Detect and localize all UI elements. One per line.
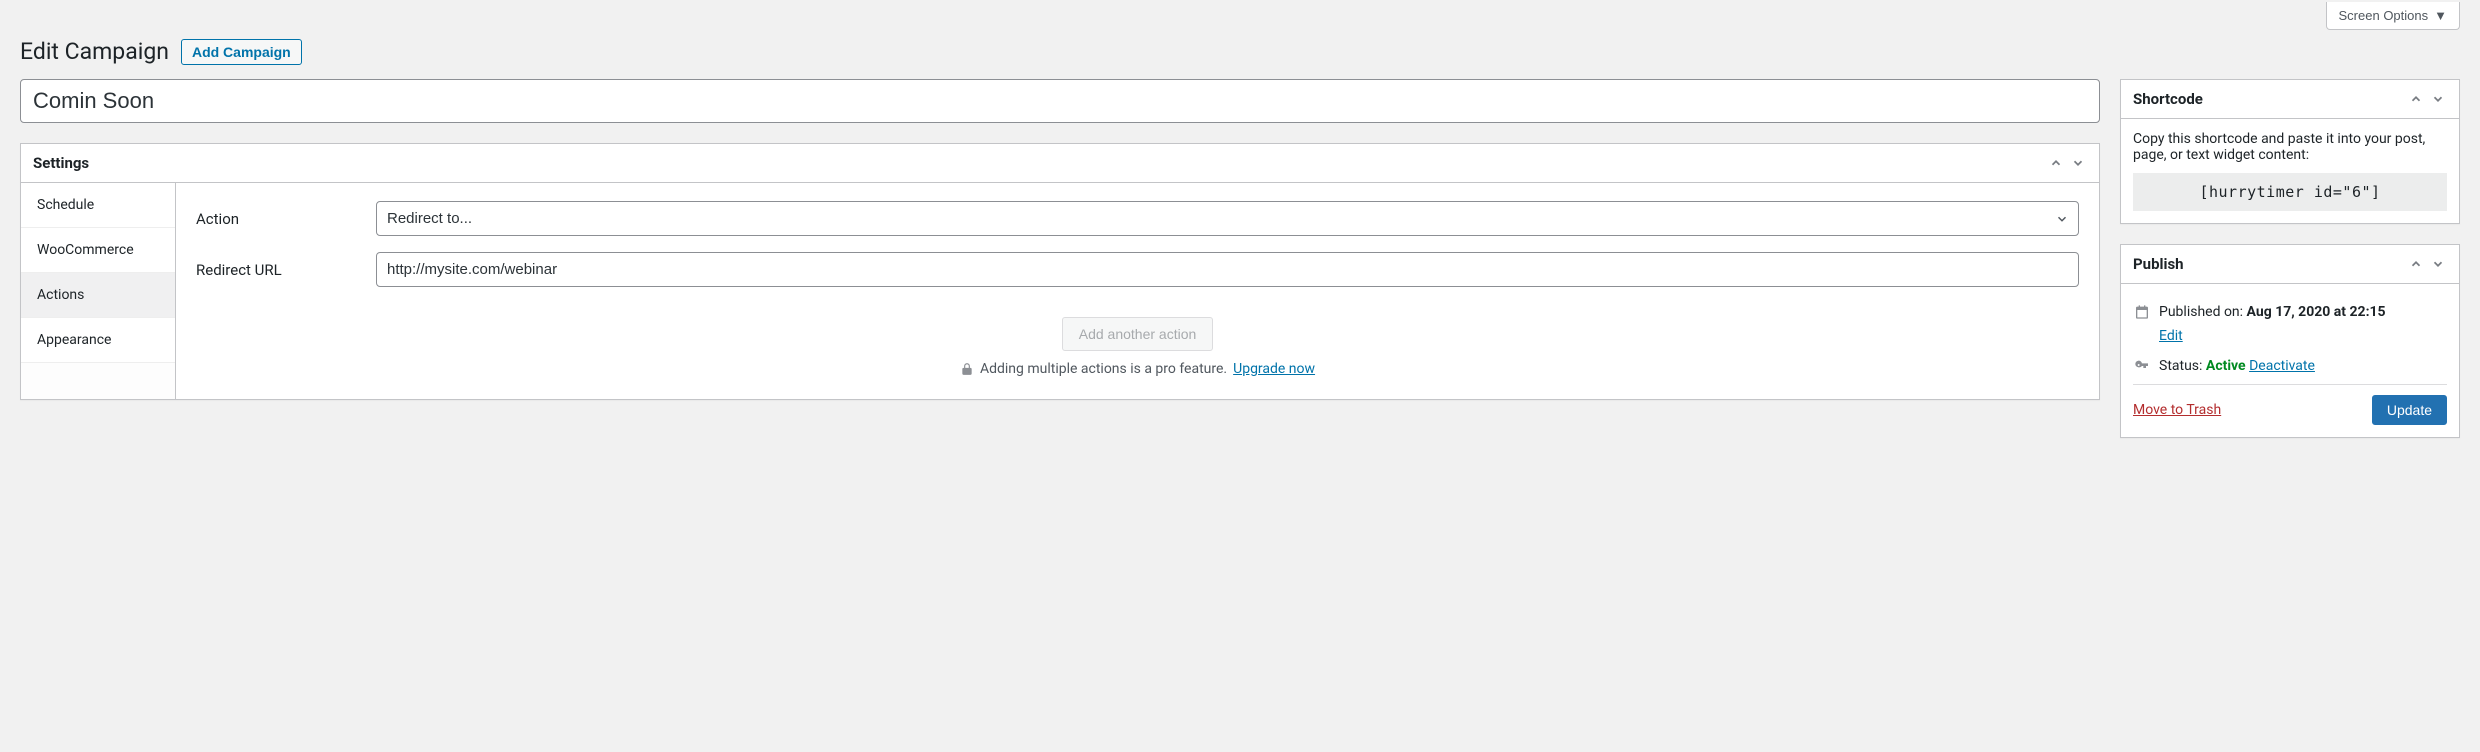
move-to-trash-link[interactable]: Move to Trash xyxy=(2133,402,2221,418)
pro-feature-text: Adding multiple actions is a pro feature… xyxy=(980,361,1227,377)
tab-panel-actions: Action Redirect to... Redirect URL xyxy=(176,183,2099,399)
move-up-icon[interactable] xyxy=(2407,255,2425,273)
status-value: Active xyxy=(2206,358,2246,374)
publish-box-title: Publish xyxy=(2133,255,2184,273)
tab-schedule[interactable]: Schedule xyxy=(21,183,175,228)
published-on-value: Aug 17, 2020 at 22:15 xyxy=(2247,304,2386,320)
move-up-icon[interactable] xyxy=(2407,90,2425,108)
tab-appearance[interactable]: Appearance xyxy=(21,318,175,363)
action-select[interactable]: Redirect to... xyxy=(376,201,2079,236)
shortcode-help-text: Copy this shortcode and paste it into yo… xyxy=(2133,131,2447,163)
caret-down-icon: ▼ xyxy=(2434,8,2447,23)
redirect-url-input[interactable] xyxy=(376,252,2079,287)
add-campaign-button[interactable]: Add Campaign xyxy=(181,39,302,65)
screen-options-label: Screen Options xyxy=(2339,8,2429,23)
campaign-title-input[interactable] xyxy=(20,79,2100,123)
settings-tabs: Schedule WooCommerce Actions Appearance xyxy=(21,183,176,399)
redirect-url-label: Redirect URL xyxy=(196,261,376,279)
tab-woocommerce[interactable]: WooCommerce xyxy=(21,228,175,273)
shortcode-box-title: Shortcode xyxy=(2133,90,2203,108)
action-label: Action xyxy=(196,210,376,228)
tab-actions[interactable]: Actions xyxy=(21,273,175,318)
move-down-icon[interactable] xyxy=(2069,154,2087,172)
screen-options-button[interactable]: Screen Options ▼ xyxy=(2326,2,2460,30)
lock-icon xyxy=(960,362,974,376)
publish-box: Publish Published on: Aug 17, 2020 at 22… xyxy=(2120,244,2460,438)
deactivate-link[interactable]: Deactivate xyxy=(2249,358,2315,374)
move-down-icon[interactable] xyxy=(2429,90,2447,108)
update-button[interactable]: Update xyxy=(2372,395,2447,425)
shortcode-box: Shortcode Copy this shortcode and paste … xyxy=(2120,79,2460,224)
upgrade-link[interactable]: Upgrade now xyxy=(1233,361,1315,377)
shortcode-code[interactable]: [hurrytimer id="6"] xyxy=(2133,173,2447,211)
key-icon xyxy=(2133,358,2151,374)
move-down-icon[interactable] xyxy=(2429,255,2447,273)
calendar-icon xyxy=(2133,304,2151,320)
settings-box: Settings Schedule WooCommerce Actions Ap… xyxy=(20,143,2100,400)
add-another-action-button: Add another action xyxy=(1062,317,1214,351)
settings-box-title: Settings xyxy=(33,154,89,172)
edit-publish-date-link[interactable]: Edit xyxy=(2159,328,2447,344)
status-label: Status: xyxy=(2159,358,2202,374)
page-title: Edit Campaign xyxy=(20,38,169,65)
published-on-label: Published on: xyxy=(2159,304,2243,320)
move-up-icon[interactable] xyxy=(2047,154,2065,172)
